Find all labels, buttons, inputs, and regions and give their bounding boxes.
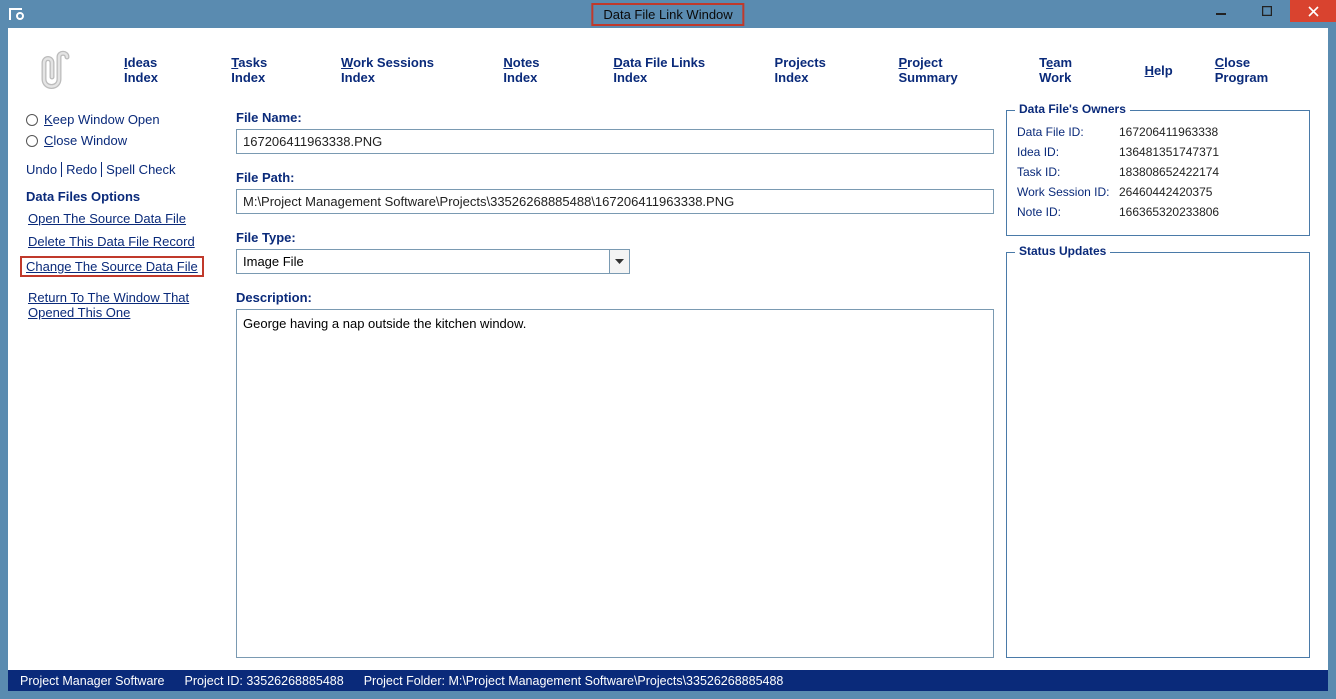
description-label: Description: bbox=[236, 290, 994, 305]
app-icon bbox=[8, 6, 24, 22]
owner-row-idea: Idea ID: 136481351747371 bbox=[1017, 145, 1299, 159]
nav-team-work[interactable]: Team Work bbox=[1039, 55, 1103, 85]
status-project-id: Project ID: 33526268885488 bbox=[185, 674, 344, 688]
keep-window-open-radio[interactable]: Keep Window Open bbox=[26, 112, 224, 127]
nav-help[interactable]: Help bbox=[1145, 63, 1173, 78]
owner-key: Work Session ID: bbox=[1017, 185, 1119, 199]
file-type-value: Image File bbox=[237, 250, 609, 273]
owner-row-data-file: Data File ID: 167206411963338 bbox=[1017, 125, 1299, 139]
nav-data-file-links-index[interactable]: Data File Links Index bbox=[613, 55, 732, 85]
nav-ideas-index[interactable]: Ideas Index bbox=[124, 55, 189, 85]
owner-row-note: Note ID: 166365320233806 bbox=[1017, 205, 1299, 219]
window-title: Data File Link Window bbox=[591, 3, 744, 26]
statusbar: Project Manager Software Project ID: 335… bbox=[8, 670, 1328, 691]
description-textarea[interactable] bbox=[236, 309, 994, 658]
nav-notes-index[interactable]: Notes Index bbox=[503, 55, 571, 85]
file-name-input[interactable] bbox=[236, 129, 994, 154]
file-path-label: File Path: bbox=[236, 170, 994, 185]
radio-icon bbox=[26, 135, 38, 147]
redo-link[interactable]: Redo bbox=[61, 162, 101, 177]
status-project-folder: Project Folder: M:\Project Management So… bbox=[364, 674, 784, 688]
radio-icon bbox=[26, 114, 38, 126]
owners-groupbox: Data File's Owners Data File ID: 1672064… bbox=[1006, 110, 1310, 236]
file-path-input[interactable] bbox=[236, 189, 994, 214]
delete-record-link[interactable]: Delete This Data File Record bbox=[26, 233, 224, 250]
maximize-button[interactable] bbox=[1244, 0, 1290, 22]
nav-projects-index[interactable]: Projects Index bbox=[775, 55, 857, 85]
owner-key: Task ID: bbox=[1017, 165, 1119, 179]
main-form: File Name: File Path: File Type: Image F… bbox=[236, 110, 994, 658]
file-type-select[interactable]: Image File bbox=[236, 249, 630, 274]
status-updates-legend: Status Updates bbox=[1015, 244, 1110, 258]
owner-val: 183808652422174 bbox=[1119, 165, 1219, 179]
change-source-link[interactable]: Change The Source Data File bbox=[20, 256, 204, 277]
close-button[interactable] bbox=[1290, 0, 1336, 22]
owner-row-task: Task ID: 183808652422174 bbox=[1017, 165, 1299, 179]
undo-link[interactable]: Undo bbox=[26, 162, 61, 177]
owner-val: 136481351747371 bbox=[1119, 145, 1219, 159]
file-name-label: File Name: bbox=[236, 110, 994, 125]
client-area: Ideas Index Tasks Index Work Sessions In… bbox=[8, 28, 1328, 670]
sidebar: Keep Window Open Close Window UndoRedoSp… bbox=[26, 110, 224, 658]
edit-tools: UndoRedoSpell Check bbox=[26, 162, 224, 177]
window-controls bbox=[1198, 0, 1336, 22]
owner-key: Idea ID: bbox=[1017, 145, 1119, 159]
minimize-button[interactable] bbox=[1198, 0, 1244, 22]
owner-val: 26460442420375 bbox=[1119, 185, 1212, 199]
chevron-down-icon[interactable] bbox=[609, 250, 629, 273]
owner-val: 166365320233806 bbox=[1119, 205, 1219, 219]
nav-tasks-index[interactable]: Tasks Index bbox=[231, 55, 299, 85]
file-type-label: File Type: bbox=[236, 230, 994, 245]
owner-key: Note ID: bbox=[1017, 205, 1119, 219]
owner-key: Data File ID: bbox=[1017, 125, 1119, 139]
titlebar: Data File Link Window bbox=[0, 0, 1336, 28]
open-source-link[interactable]: Open The Source Data File bbox=[26, 210, 224, 227]
nav-project-summary[interactable]: Project Summary bbox=[898, 55, 997, 85]
spell-check-link[interactable]: Spell Check bbox=[101, 162, 179, 177]
paperclip-logo-icon bbox=[32, 48, 82, 92]
return-window-link[interactable]: Return To The Window That Opened This On… bbox=[26, 289, 224, 321]
owner-val: 167206411963338 bbox=[1119, 125, 1218, 139]
data-files-options-title: Data Files Options bbox=[26, 189, 224, 204]
owners-legend: Data File's Owners bbox=[1015, 102, 1130, 116]
nav-work-sessions-index[interactable]: Work Sessions Index bbox=[341, 55, 461, 85]
status-updates-groupbox: Status Updates bbox=[1006, 252, 1310, 658]
navbar: Ideas Index Tasks Index Work Sessions In… bbox=[8, 28, 1328, 110]
owner-row-work-session: Work Session ID: 26460442420375 bbox=[1017, 185, 1299, 199]
nav-close-program[interactable]: Close Program bbox=[1215, 55, 1300, 85]
status-app-name: Project Manager Software bbox=[20, 674, 165, 688]
close-window-radio[interactable]: Close Window bbox=[26, 133, 224, 148]
right-column: Data File's Owners Data File ID: 1672064… bbox=[1006, 110, 1310, 658]
